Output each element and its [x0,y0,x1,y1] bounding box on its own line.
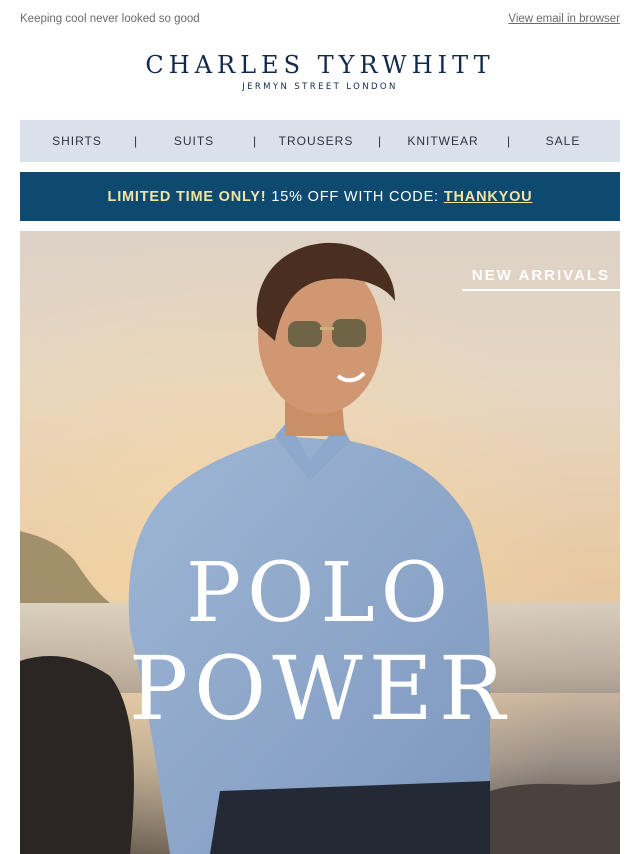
promo-highlight: LIMITED TIME ONLY! [107,188,267,205]
logo-tagline: JERMYN STREET LONDON [242,82,398,92]
nav-item-shirts[interactable]: SHIRTS [20,134,134,148]
hero-title-line1: POLO [185,546,455,641]
hero-photo [20,231,620,854]
nav-item-sale[interactable]: SALE [508,134,618,148]
promo-text: 15% OFF WITH CODE: [271,188,439,205]
hero-banner[interactable]: NEW ARRIVALS POLO POWER [20,231,620,854]
promo-banner[interactable]: LIMITED TIME ONLY! 15% OFF WITH CODE: TH… [20,172,620,221]
nav-item-knitwear[interactable]: KNITWEAR [379,134,507,148]
logo-wordmark: CHARLES TYRWHITT [145,51,495,79]
nav-item-trousers[interactable]: TROUSERS [254,134,378,148]
nav-item-suits[interactable]: SUITS [135,134,253,148]
preheader: Keeping cool never looked so good View e… [20,10,620,28]
view-in-browser-link[interactable]: View email in browser [508,13,620,25]
brand-logo[interactable]: CHARLES TYRWHITT JERMYN STREET LONDON [0,50,640,92]
promo-code-link[interactable]: THANKYOU [444,189,533,205]
new-arrivals-badge[interactable]: NEW ARRIVALS [462,267,620,291]
main-nav: SHIRTS | SUITS | TROUSERS | KNITWEAR | S… [20,120,620,162]
preheader-text: Keeping cool never looked so good [20,13,200,25]
hero-title-line2: POWER [128,637,512,740]
